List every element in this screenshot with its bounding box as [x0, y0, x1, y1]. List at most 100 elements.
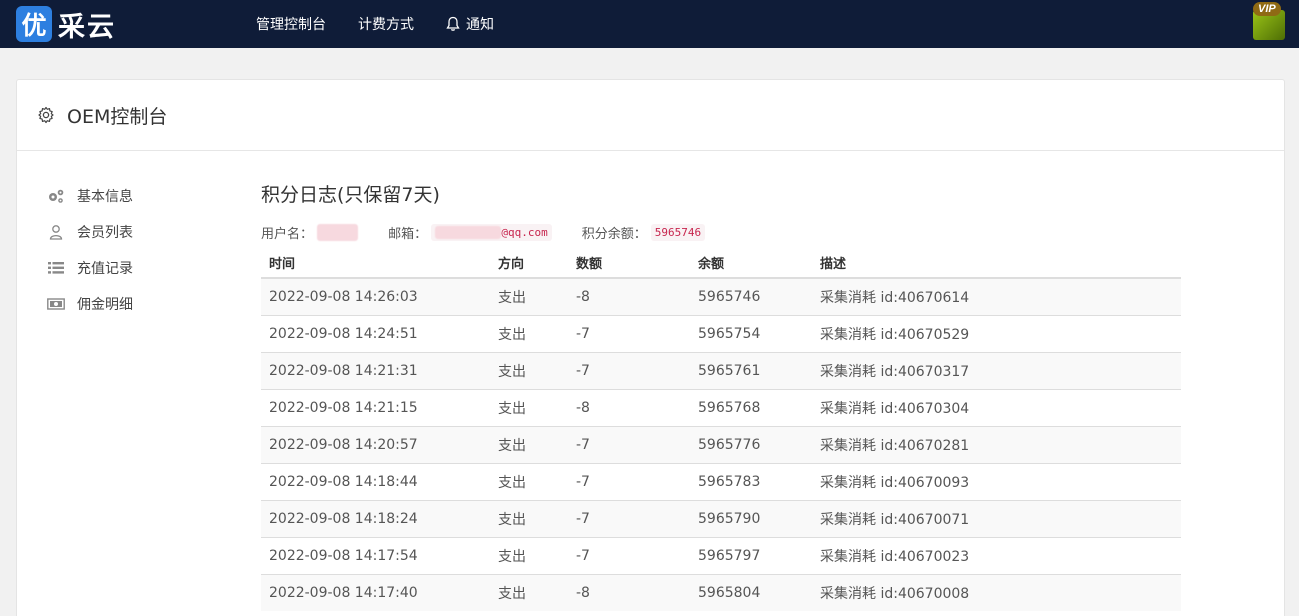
cell-direction: 支出 — [490, 351, 568, 389]
page-title: OEM控制台 — [67, 105, 168, 128]
cell-direction: 支出 — [490, 314, 568, 352]
cell-amount: -7 — [568, 351, 690, 389]
balance-value: 5965746 — [650, 223, 706, 241]
log-panel: 积分日志(只保留7天) 用户名： xxxxx 邮箱： xxxxxxxxxx@qq… — [261, 180, 1181, 611]
logo-text: 采云 — [58, 11, 116, 43]
main-nav: 管理控制台 计费方式 通知 — [256, 0, 526, 48]
cell-direction: 支出 — [490, 277, 568, 315]
cell-direction: 支出 — [490, 388, 568, 426]
sidebar-item-label: 充值记录 — [77, 261, 133, 277]
cell-amount: -8 — [568, 388, 690, 426]
cell-amount: -7 — [568, 462, 690, 500]
cell-balance: 5965761 — [690, 351, 812, 389]
log-title: 积分日志(只保留7天) — [261, 184, 440, 206]
user-icon — [47, 224, 65, 240]
table-row: 2022-09-08 14:20:57 支出 -7 5965776 采集消耗 id:40… — [261, 425, 1181, 463]
sidebar-item-basic-info[interactable]: 基本信息 — [47, 178, 217, 214]
cell-description: 采集消耗 id:40670023 — [812, 536, 1181, 574]
cell-amount: -7 — [568, 314, 690, 352]
cell-time: 2022-09-08 14:21:15 — [261, 388, 490, 426]
cell-time: 2022-09-08 14:18:44 — [261, 462, 490, 500]
sidebar-item-label: 基本信息 — [77, 189, 133, 205]
cell-balance: 5965754 — [690, 314, 812, 352]
cell-description: 采集消耗 id:40670304 — [812, 388, 1181, 426]
table-row: 2022-09-08 14:17:40 支出 -8 5965804 采集消耗 id:40… — [261, 573, 1181, 611]
cell-time: 2022-09-08 14:26:03 — [261, 277, 490, 315]
cell-balance: 5965746 — [690, 277, 812, 315]
cell-description: 采集消耗 id:40670317 — [812, 351, 1181, 389]
nav-item-pricing[interactable]: 计费方式 — [358, 14, 414, 34]
nav-item-label: 管理控制台 — [256, 17, 326, 33]
column-header-time: 时间 — [261, 248, 490, 279]
cell-time: 2022-09-08 14:17:40 — [261, 573, 490, 611]
points-log-table: 时间 方向 数额 余额 描述 2022-09-08 14:26:03 支出 -8 59… — [261, 248, 1181, 611]
console-card: OEM控制台 基本信息 会员列表 充值记录 佣金明细 积分日志(只保留7天) 用… — [16, 79, 1285, 616]
nav-item-label: 通知 — [466, 17, 494, 33]
table-row: 2022-09-08 14:24:51 支出 -7 5965754 采集消耗 id:40… — [261, 314, 1181, 352]
cell-direction: 支出 — [490, 425, 568, 463]
email-value: xxxxxxxxxx@qq.com — [431, 223, 552, 241]
table-row: 2022-09-08 14:17:54 支出 -7 5965797 采集消耗 id:40… — [261, 536, 1181, 574]
list-icon — [47, 260, 65, 276]
cell-direction: 支出 — [490, 536, 568, 574]
cell-time: 2022-09-08 14:24:51 — [261, 314, 490, 352]
cell-description: 采集消耗 id:40670008 — [812, 573, 1181, 611]
column-header-amount: 数额 — [568, 248, 690, 279]
table-row: 2022-09-08 14:21:31 支出 -7 5965761 采集消耗 id:40… — [261, 351, 1181, 389]
cell-time: 2022-09-08 14:21:31 — [261, 351, 490, 389]
balance-label: 积分余额： — [581, 226, 647, 242]
money-icon — [47, 296, 65, 312]
nav-item-console[interactable]: 管理控制台 — [256, 14, 326, 34]
cell-amount: -8 — [568, 277, 690, 315]
username-label: 用户名： — [261, 226, 314, 242]
username-value-redacted: xxxxx — [317, 223, 359, 241]
top-navbar: 优 采云 管理控制台 计费方式 通知 VIP — [0, 0, 1299, 48]
vip-avatar[interactable]: VIP — [1253, 2, 1287, 40]
card-header: OEM控制台 — [17, 80, 1284, 151]
cell-description: 采集消耗 id:40670614 — [812, 277, 1181, 315]
table-row: 2022-09-08 14:18:24 支出 -7 5965790 采集消耗 id:40… — [261, 499, 1181, 537]
table-row: 2022-09-08 14:18:44 支出 -7 5965783 采集消耗 id:40… — [261, 462, 1181, 500]
cell-description: 采集消耗 id:40670281 — [812, 425, 1181, 463]
cell-balance: 5965776 — [690, 425, 812, 463]
sidebar-item-label: 会员列表 — [77, 225, 133, 241]
sidebar-item-commission[interactable]: 佣金明细 — [47, 286, 217, 322]
cell-balance: 5965797 — [690, 536, 812, 574]
vip-badge: VIP — [1253, 2, 1281, 16]
cell-direction: 支出 — [490, 499, 568, 537]
cell-time: 2022-09-08 14:18:24 — [261, 499, 490, 537]
gears-icon — [47, 188, 65, 204]
cell-balance: 5965783 — [690, 462, 812, 500]
cell-amount: -7 — [568, 536, 690, 574]
sidebar-item-recharge[interactable]: 充值记录 — [47, 250, 217, 286]
bell-icon — [446, 16, 460, 31]
gear-icon — [38, 106, 54, 124]
email-domain: @qq.com — [501, 225, 548, 239]
column-header-description: 描述 — [812, 248, 1181, 279]
nav-item-label: 计费方式 — [358, 17, 414, 33]
table-header-row: 时间 方向 数额 余额 描述 — [261, 248, 1181, 279]
cell-description: 采集消耗 id:40670093 — [812, 462, 1181, 500]
cell-amount: -8 — [568, 573, 690, 611]
table-body: 2022-09-08 14:26:03 支出 -8 5965746 采集消耗 id:40… — [261, 277, 1181, 611]
cell-direction: 支出 — [490, 573, 568, 611]
cell-description: 采集消耗 id:40670071 — [812, 499, 1181, 537]
cell-direction: 支出 — [490, 462, 568, 500]
table-row: 2022-09-08 14:26:03 支出 -8 5965746 采集消耗 id:40… — [261, 277, 1181, 315]
email-label: 邮箱： — [388, 226, 428, 242]
side-menu: 基本信息 会员列表 充值记录 佣金明细 — [47, 178, 217, 322]
cell-amount: -7 — [568, 499, 690, 537]
app-logo[interactable]: 优 采云 — [16, 5, 116, 43]
logo-badge: 优 — [16, 6, 52, 42]
cell-time: 2022-09-08 14:20:57 — [261, 425, 490, 463]
sidebar-item-members[interactable]: 会员列表 — [47, 214, 217, 250]
nav-item-notifications[interactable]: 通知 — [446, 14, 494, 34]
column-header-balance: 余额 — [690, 248, 812, 279]
sidebar-item-label: 佣金明细 — [77, 297, 133, 313]
cell-balance: 5965790 — [690, 499, 812, 537]
cell-time: 2022-09-08 14:17:54 — [261, 536, 490, 574]
table-row: 2022-09-08 14:21:15 支出 -8 5965768 采集消耗 id:40… — [261, 388, 1181, 426]
cell-balance: 5965768 — [690, 388, 812, 426]
cell-balance: 5965804 — [690, 573, 812, 611]
cell-description: 采集消耗 id:40670529 — [812, 314, 1181, 352]
